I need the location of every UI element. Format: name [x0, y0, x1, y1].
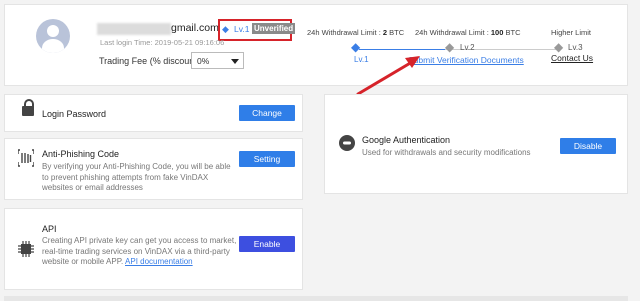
email-redacted: [97, 23, 171, 35]
current-level: Lv.1: [234, 24, 250, 34]
lock-icon: [22, 99, 34, 116]
diamond-icon: ◆: [222, 24, 229, 34]
bottom-divider: [4, 296, 628, 301]
limit-lv3: Higher Limit: [551, 28, 592, 37]
google-auth-disable-button[interactable]: Disable: [560, 138, 616, 154]
contact-us-link[interactable]: Contact Us: [551, 53, 593, 63]
login-password-title: Login Password: [42, 109, 107, 119]
api-description: Creating API private key can get you acc…: [42, 236, 237, 266]
profile-card: gmail.com ◆ Lv.1 Unverified Last login T…: [4, 4, 628, 86]
trading-fee-value: 0%: [197, 56, 210, 66]
chevron-down-icon: [231, 59, 239, 64]
fingerprint-icon: [18, 149, 34, 167]
change-password-button[interactable]: Change: [239, 105, 295, 121]
diamond-icon: ◆: [445, 40, 455, 54]
limit-lv1: 24h Withdrawal Limit : 2 BTC: [307, 28, 405, 37]
level-2-label: Lv.2: [460, 43, 475, 52]
trading-fee-select[interactable]: 0%: [191, 52, 244, 69]
user-avatar-icon: [36, 19, 70, 53]
toggle-icon: [339, 135, 355, 151]
status-badge: Unverified: [252, 23, 296, 34]
email-suffix: gmail.com: [171, 22, 219, 34]
api-enable-button[interactable]: Enable: [239, 236, 295, 252]
google-auth-description: Used for withdrawals and security modifi…: [362, 148, 531, 157]
anti-phishing-title: Anti-Phishing Code: [42, 149, 120, 159]
last-login-time: Last login Time: 2019-05-21 09:16:06: [100, 38, 225, 47]
level-3-label: Lv.3: [568, 43, 583, 52]
limit-lv2: 24h Withdrawal Limit : 100 BTC: [415, 28, 521, 37]
diamond-icon: ◆: [554, 40, 564, 54]
anti-phishing-description: By verifying your Anti-Phishing Code, yo…: [42, 162, 231, 192]
api-documentation-link[interactable]: API documentation: [125, 257, 193, 266]
login-password-card: Login Password Change: [4, 94, 303, 132]
chip-icon: [18, 241, 34, 257]
arrow-annotation: [356, 56, 420, 96]
anti-phishing-card: Anti-Phishing Code By verifying your Ant…: [4, 138, 303, 200]
google-auth-card: Google Authentication Used for withdrawa…: [324, 94, 628, 194]
anti-phishing-setting-button[interactable]: Setting: [239, 151, 295, 167]
api-card: API Creating API private key can get you…: [4, 208, 303, 290]
google-auth-title: Google Authentication: [362, 135, 451, 145]
api-title: API: [42, 224, 57, 234]
trading-fee-label: Trading Fee (% discount):: [99, 56, 203, 66]
level-track-progress: [359, 49, 445, 50]
